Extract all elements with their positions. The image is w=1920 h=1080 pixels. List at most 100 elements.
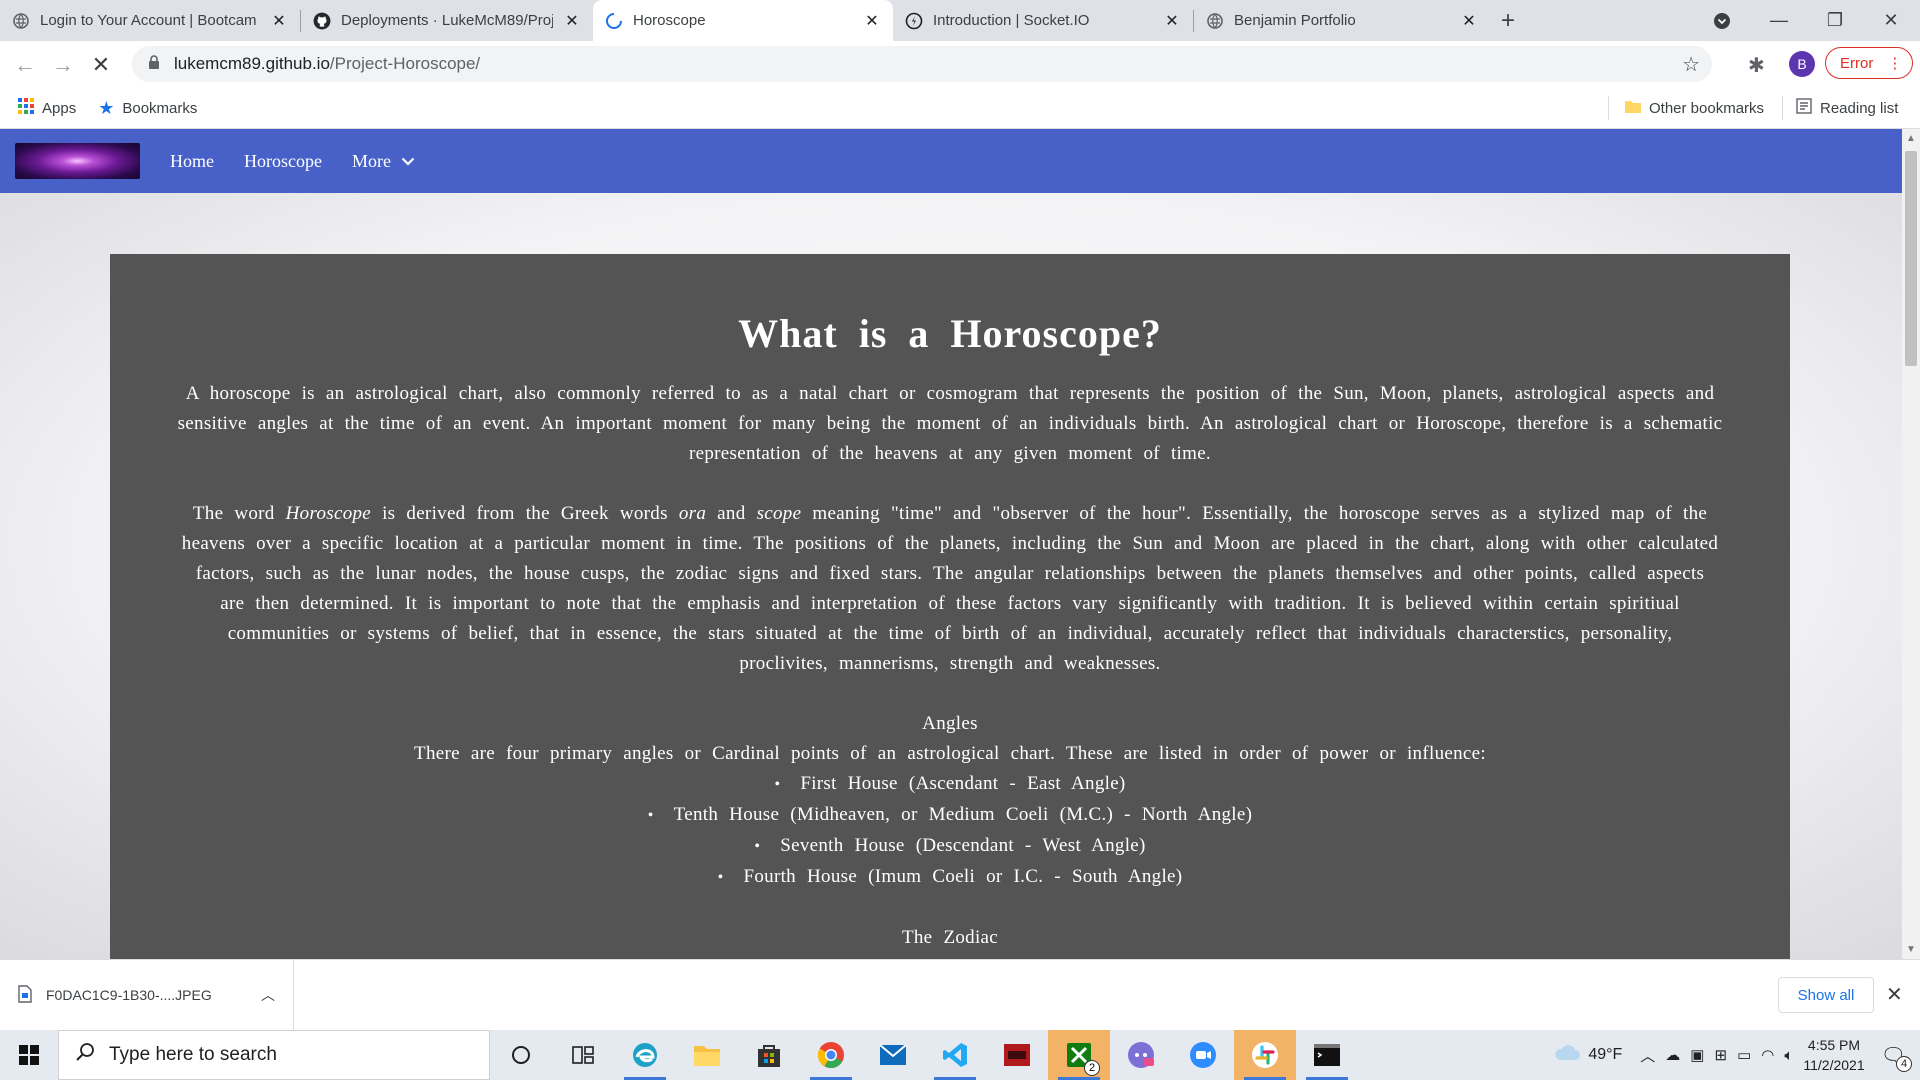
tab-socketio[interactable]: Introduction | Socket.IO ✕ <box>893 0 1193 41</box>
chevron-down-icon <box>1714 12 1730 29</box>
chevron-up-icon[interactable]: ︿ <box>261 985 275 1005</box>
weather-icon[interactable] <box>1554 1044 1581 1066</box>
text-span: is derived from the Greek words <box>371 503 679 524</box>
tab-title: Horoscope <box>633 12 706 29</box>
lock-icon <box>148 54 160 74</box>
bookmark-label: Other bookmarks <box>1649 99 1765 117</box>
windows-logo-icon <box>19 1045 39 1065</box>
forward-button[interactable]: → <box>46 48 80 82</box>
notification-center-icon[interactable]: 🗨︎ 4 <box>1881 1043 1912 1072</box>
error-label: Error <box>1840 54 1874 72</box>
microsoft-store-icon[interactable] <box>738 1030 800 1080</box>
command-prompt-icon[interactable] <box>1296 1030 1358 1080</box>
page-scrollbar[interactable]: ▲ ▼ <box>1902 129 1920 959</box>
extensions-icon[interactable]: ✱ <box>1748 53 1765 78</box>
taskbar-search-box[interactable]: Type here to search <box>58 1030 490 1080</box>
back-button[interactable]: ← <box>8 48 42 82</box>
system-clock[interactable]: 4:55 PM 11/2/2021 <box>1803 1035 1864 1075</box>
tab-benjamin-portfolio[interactable]: Benjamin Portfolio ✕ <box>1194 0 1490 41</box>
text-span: and <box>706 503 757 524</box>
display-icon[interactable]: ⊞ <box>1714 1046 1727 1064</box>
reading-list-button[interactable]: Reading list <box>1796 98 1898 118</box>
tab-bootcamp-login[interactable]: Login to Your Account | Bootcam ✕ <box>0 0 300 41</box>
wifi-icon[interactable]: ◠ <box>1761 1046 1774 1064</box>
close-icon[interactable]: ✕ <box>1460 11 1478 31</box>
search-placeholder: Type here to search <box>109 1044 277 1065</box>
text-span: meaning "time" and "observer of the hour… <box>181 503 1719 674</box>
windows-start-button[interactable] <box>0 1030 58 1080</box>
show-all-downloads-button[interactable]: Show all <box>1778 977 1874 1013</box>
more-vert-icon: ⋮ <box>1887 55 1903 72</box>
globe-icon <box>1206 12 1224 30</box>
url-path: /Project-Horoscope/ <box>329 54 481 73</box>
device-icon[interactable]: ▣ <box>1690 1046 1704 1064</box>
new-tab-button[interactable]: + <box>1490 0 1526 41</box>
nav-more-dropdown[interactable]: More <box>352 151 415 172</box>
bookmark-label: Apps <box>42 99 77 117</box>
battery-icon[interactable]: ▭ <box>1737 1046 1751 1064</box>
list-item: Tenth House (Midheaven, or Medium Coeli … <box>110 800 1790 831</box>
vscode-icon[interactable] <box>924 1030 986 1080</box>
slack-icon[interactable] <box>1234 1030 1296 1080</box>
close-icon[interactable]: ✕ <box>563 11 581 31</box>
tab-strip: Login to Your Account | Bootcam ✕ Deploy… <box>0 0 1920 41</box>
close-icon[interactable]: ✕ <box>1163 11 1181 31</box>
folder-icon <box>1625 99 1641 117</box>
tab-title: Benjamin Portfolio <box>1234 12 1356 29</box>
angles-intro: There are four primary angles or Cardina… <box>414 743 1486 764</box>
tab-github-deployments[interactable]: Deployments · LukeMcM89/Proje ✕ <box>301 0 593 41</box>
avatar[interactable]: B <box>1789 51 1815 77</box>
emphasis-horoscope: Horoscope <box>285 503 372 524</box>
address-bar[interactable]: lukemcm89.github.io/Project-Horoscope/ ☆ <box>132 46 1712 82</box>
chrome-icon[interactable] <box>800 1030 862 1080</box>
close-icon[interactable]: ✕ <box>270 11 288 31</box>
zoom-icon[interactable] <box>1172 1030 1234 1080</box>
nav-more-label: More <box>351 150 391 171</box>
page-title: What is a Horoscope? <box>738 311 1162 356</box>
nav-horoscope-link[interactable]: Horoscope <box>244 151 322 172</box>
clock-date: 11/2/2021 <box>1803 1057 1865 1073</box>
file-icon <box>18 984 32 1006</box>
edge-icon[interactable] <box>614 1030 676 1080</box>
close-icon[interactable]: ✕ <box>863 11 881 31</box>
site-logo[interactable] <box>15 143 140 179</box>
tab-search-button[interactable] <box>1694 0 1750 41</box>
minimize-button[interactable]: — <box>1750 0 1808 41</box>
windows-taskbar: Type here to search 2 49°F ︿ ☁ ▣ ⊞ ▭ ◠ 🔈… <box>0 1030 1920 1080</box>
xbox-icon[interactable]: 2 <box>1048 1030 1110 1080</box>
mail-icon[interactable] <box>862 1030 924 1080</box>
nav-home-link[interactable]: Home <box>170 151 214 172</box>
tab-title: Deployments · LukeMcM89/Proje <box>341 12 553 29</box>
close-window-button[interactable]: ✕ <box>1862 0 1920 41</box>
bookmark-divider <box>1608 96 1609 120</box>
tab-title: Introduction | Socket.IO <box>933 12 1090 29</box>
onedrive-icon[interactable]: ☁ <box>1665 1046 1680 1064</box>
bookmark-apps[interactable]: Apps <box>18 98 76 118</box>
scrollbar-thumb[interactable] <box>1905 151 1917 366</box>
close-icon[interactable]: ✕ <box>1886 982 1903 1007</box>
volume-icon[interactable]: 🔈︎ <box>1784 1047 1793 1064</box>
notification-count: 4 <box>1896 1055 1912 1072</box>
system-tray: 49°F ︿ ☁ ▣ ⊞ ▭ ◠ 🔈︎ 4:55 PM 11/2/2021 🗨︎… <box>1554 1030 1920 1080</box>
weather-temp[interactable]: 49°F <box>1588 1046 1622 1064</box>
download-item[interactable]: F0DAC1C9-1B30-....JPEG ︿ <box>18 960 294 1030</box>
chevron-up-icon[interactable]: ︿ <box>1640 1045 1655 1066</box>
bookmark-other[interactable]: Other bookmarks <box>1625 99 1764 117</box>
cortana-icon[interactable] <box>490 1030 552 1080</box>
download-filename: F0DAC1C9-1B30-....JPEG <box>46 987 212 1003</box>
profile-error-button[interactable]: Error ⋮ <box>1825 47 1913 79</box>
discord-icon[interactable] <box>1110 1030 1172 1080</box>
restore-button[interactable]: ❐ <box>1806 0 1864 41</box>
scroll-down-arrow[interactable]: ▼ <box>1902 944 1920 955</box>
emphasis-ora: ora <box>678 503 707 524</box>
clock-time: 4:55 PM <box>1807 1037 1861 1053</box>
file-explorer-icon[interactable] <box>676 1030 738 1080</box>
task-view-icon[interactable] <box>552 1030 614 1080</box>
search-icon <box>75 1042 95 1068</box>
bookmark-bookmarks[interactable]: ★ Bookmarks <box>98 98 197 119</box>
star-icon[interactable]: ☆ <box>1682 52 1700 77</box>
scroll-up-arrow[interactable]: ▲ <box>1902 133 1920 144</box>
stop-loading-button[interactable]: ✕ <box>84 48 118 82</box>
tab-horoscope[interactable]: Horoscope ✕ <box>593 0 893 41</box>
terminal-app-icon[interactable] <box>986 1030 1048 1080</box>
